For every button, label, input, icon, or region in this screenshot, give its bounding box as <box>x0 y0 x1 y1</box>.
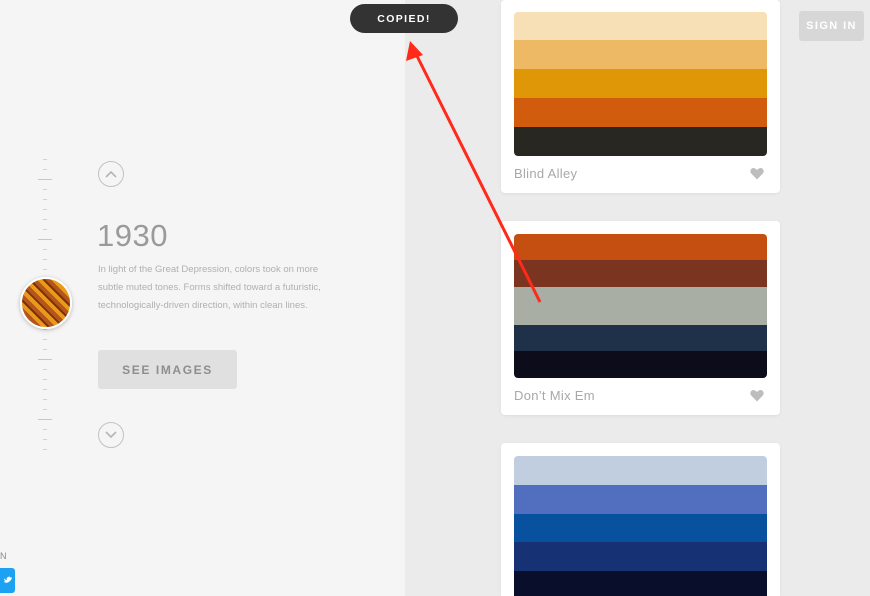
color-swatch[interactable] <box>514 40 767 69</box>
ruler-minor-tick <box>43 209 47 210</box>
see-images-button[interactable]: SEE IMAGES <box>98 350 237 389</box>
chevron-up-icon <box>105 170 117 178</box>
ruler-minor-tick <box>43 339 47 340</box>
ruler-minor-tick <box>43 429 47 430</box>
color-swatch[interactable] <box>514 325 767 351</box>
footer-partial-label: N <box>0 551 7 561</box>
ruler-minor-tick <box>43 329 47 330</box>
color-swatch[interactable] <box>514 260 767 287</box>
palette-swatches[interactable] <box>514 234 767 378</box>
color-swatch[interactable] <box>514 514 767 542</box>
palette-card[interactable] <box>501 443 780 596</box>
palette-swatches[interactable] <box>514 12 767 156</box>
ruler-minor-tick <box>43 349 47 350</box>
ruler-minor-tick <box>43 199 47 200</box>
color-swatch[interactable] <box>514 234 767 260</box>
color-swatch[interactable] <box>514 485 767 514</box>
ruler-minor-tick <box>43 409 47 410</box>
color-swatch[interactable] <box>514 287 767 325</box>
timeline-panel: 1930 In light of the Great Depression, c… <box>0 0 405 596</box>
era-thumbnail[interactable] <box>20 277 72 329</box>
palette-swatches[interactable] <box>514 456 767 596</box>
color-swatch[interactable] <box>514 456 767 485</box>
ruler-minor-tick <box>43 439 47 440</box>
ruler-major-tick <box>38 359 52 360</box>
next-era-button[interactable] <box>98 422 124 448</box>
color-swatch[interactable] <box>514 98 767 127</box>
ruler-minor-tick <box>43 219 47 220</box>
palette-card[interactable]: Blind Alley <box>501 0 780 193</box>
era-description: In light of the Great Depression, colors… <box>98 264 321 311</box>
ruler-minor-tick <box>43 399 47 400</box>
color-swatch[interactable] <box>514 351 767 378</box>
sign-in-button[interactable]: SIGN IN <box>799 11 864 41</box>
ruler-minor-tick <box>43 449 47 450</box>
color-swatch[interactable] <box>514 571 767 596</box>
heart-icon[interactable] <box>750 389 764 402</box>
ruler-major-tick <box>38 239 52 240</box>
ruler-major-tick <box>38 179 52 180</box>
ruler-minor-tick <box>43 269 47 270</box>
ruler-minor-tick <box>43 379 47 380</box>
color-swatch[interactable] <box>514 12 767 40</box>
ruler-minor-tick <box>43 229 47 230</box>
ruler-minor-tick <box>43 169 47 170</box>
twitter-share-button[interactable] <box>0 568 15 593</box>
ruler-minor-tick <box>43 189 47 190</box>
previous-era-button[interactable] <box>98 161 124 187</box>
ruler-minor-tick <box>43 389 47 390</box>
color-swatch[interactable] <box>514 542 767 571</box>
ruler-minor-tick <box>43 259 47 260</box>
ruler-major-tick <box>38 419 52 420</box>
chevron-down-icon <box>105 431 117 439</box>
palette-name: Blind Alley <box>514 166 578 181</box>
ruler-minor-tick <box>43 249 47 250</box>
twitter-icon <box>3 576 12 583</box>
era-year: 1930 <box>97 218 168 253</box>
palette-card[interactable]: Don’t Mix Em <box>501 221 780 415</box>
copied-toast: COPIED! <box>350 4 458 33</box>
palette-name: Don’t Mix Em <box>514 388 595 403</box>
ruler-minor-tick <box>43 369 47 370</box>
heart-icon[interactable] <box>750 167 764 180</box>
color-swatch[interactable] <box>514 127 767 156</box>
ruler-minor-tick <box>43 159 47 160</box>
color-swatch[interactable] <box>514 69 767 98</box>
